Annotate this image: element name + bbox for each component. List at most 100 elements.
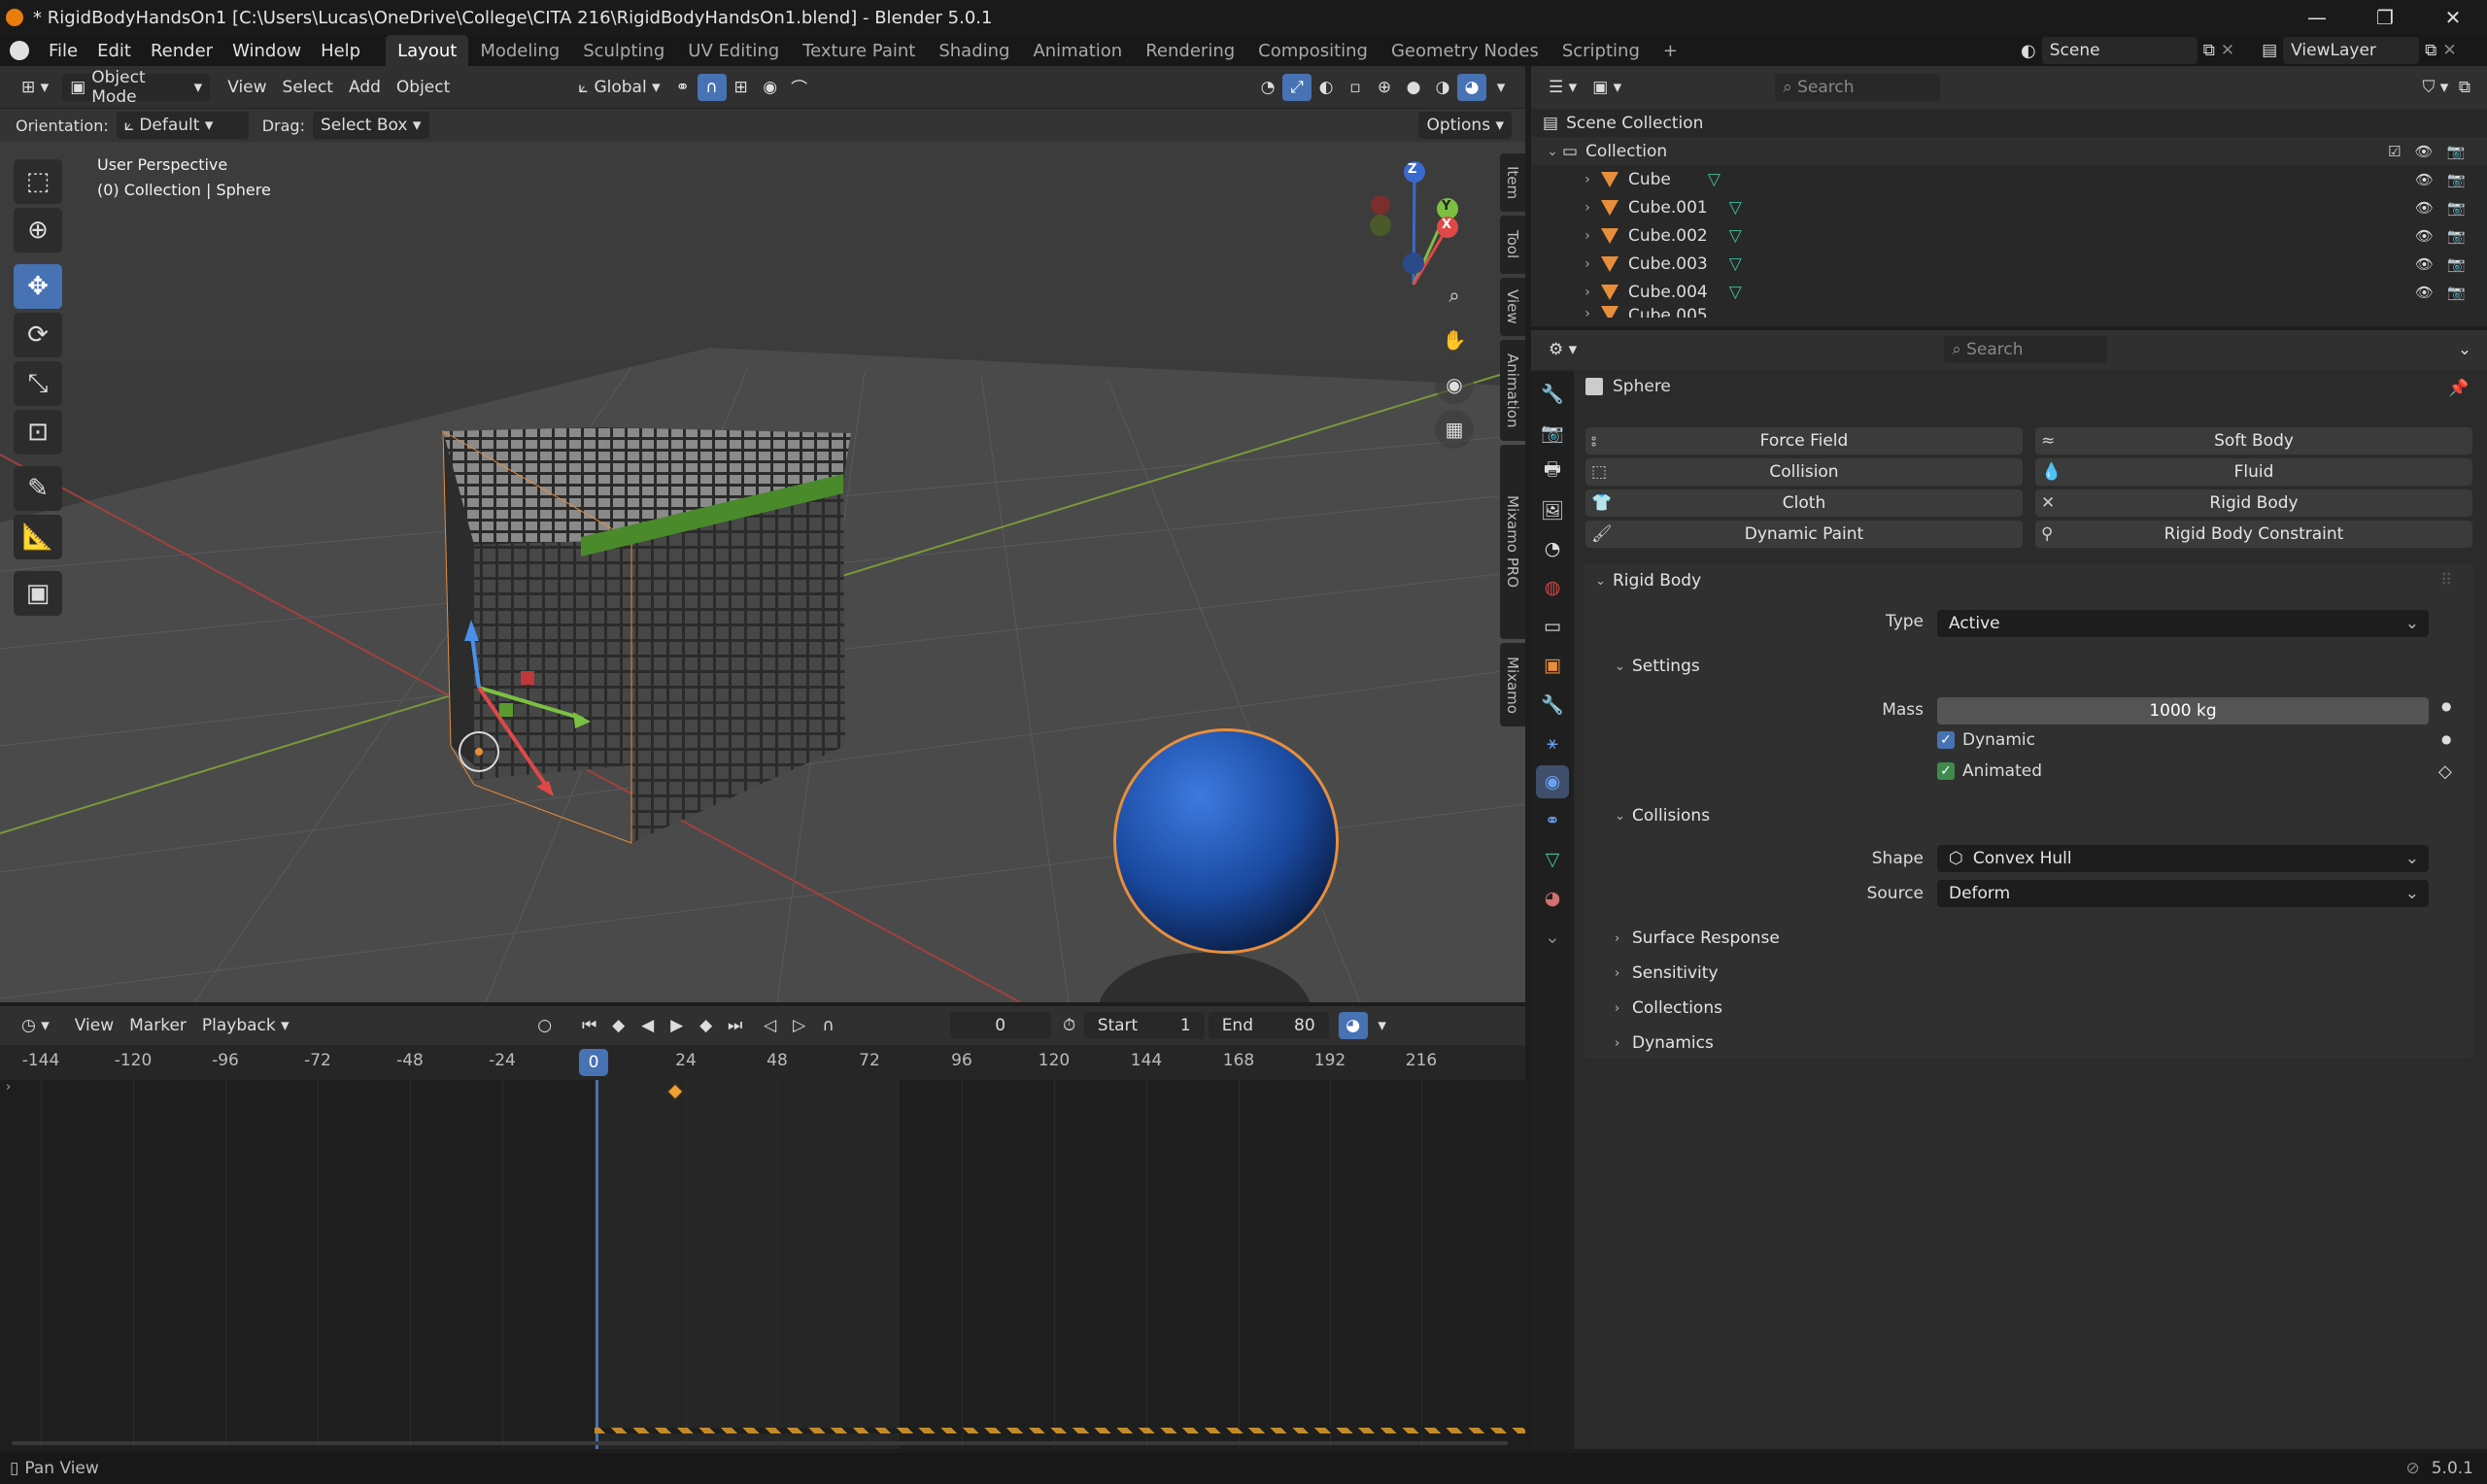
timeline-menu-playback[interactable]: Playback ▾ bbox=[194, 1012, 297, 1039]
menu-view[interactable]: View bbox=[220, 74, 274, 101]
menu-add[interactable]: Add bbox=[341, 74, 389, 101]
rotate-tool-icon[interactable]: ⟳ bbox=[14, 313, 62, 357]
animated-checkbox[interactable]: ✓ Animated bbox=[1937, 761, 2042, 781]
orientation-dropdown[interactable]: ⟀ Default ▾ bbox=[116, 112, 249, 139]
prev-keyframe-icon[interactable]: ◆ bbox=[604, 1012, 633, 1039]
view-layer-selector[interactable]: ViewLayer bbox=[2283, 37, 2420, 64]
tool-tab-icon[interactable]: 🔧 bbox=[1536, 377, 1569, 410]
render-tab-icon[interactable]: 📷 bbox=[1536, 416, 1569, 449]
visibility-icon[interactable]: ◔ bbox=[1253, 74, 1282, 101]
scene-selector[interactable]: Scene bbox=[2041, 37, 2197, 64]
properties-editor-type-icon[interactable]: ⚙ ▾ bbox=[1541, 336, 1584, 363]
transform-orientation-selector[interactable]: ⟀ Global ▾ bbox=[570, 74, 667, 101]
measure-tool-icon[interactable]: 📐 bbox=[14, 515, 62, 559]
remove-view-layer-icon[interactable]: ✕ bbox=[2442, 41, 2456, 60]
transform-tool-icon[interactable]: ⊡ bbox=[14, 410, 62, 455]
end-frame-field[interactable]: End 80 bbox=[1208, 1012, 1329, 1039]
timeline-scrollbar[interactable] bbox=[12, 1441, 1508, 1445]
blender-menu-icon[interactable] bbox=[10, 41, 29, 60]
falloff-icon[interactable]: ⌒ bbox=[785, 74, 814, 101]
maximize-icon[interactable]: ❐ bbox=[2351, 0, 2419, 35]
menu-file[interactable]: File bbox=[39, 35, 87, 66]
timeline-body[interactable]: › bbox=[0, 1080, 1525, 1449]
tab-geometry-nodes[interactable]: Geometry Nodes bbox=[1380, 35, 1550, 66]
world-tab-icon[interactable]: ◍ bbox=[1536, 571, 1569, 604]
menu-window[interactable]: Window bbox=[222, 35, 311, 66]
playhead-frame-label[interactable]: 0 bbox=[579, 1049, 608, 1076]
shading-options-icon[interactable]: ▾ bbox=[1486, 74, 1516, 101]
keyframe-dot-icon[interactable]: ● bbox=[2441, 732, 2451, 746]
tab-animation[interactable]: Animation bbox=[1021, 35, 1134, 66]
outliner-item-cube-001[interactable]: › Cube.001 ▽ 👁 📷 bbox=[1531, 193, 2487, 221]
menu-object[interactable]: Object bbox=[389, 74, 458, 101]
menu-render[interactable]: Render bbox=[141, 35, 222, 66]
snap-target-icon[interactable]: ⊞ bbox=[727, 74, 756, 101]
sphere-object[interactable] bbox=[1113, 728, 1339, 954]
outliner-item-cube[interactable]: › Cube ▽ 👁 📷 bbox=[1531, 165, 2487, 193]
collections-panel-header[interactable]: › Collections bbox=[1615, 998, 1722, 1018]
dynamic-checkbox[interactable]: ✓ Dynamic bbox=[1937, 730, 2035, 750]
outliner-item-cube-005[interactable]: › Cube.005 bbox=[1531, 306, 2487, 318]
outliner-collection[interactable]: ⌄ ▭ Collection ☑ 👁 📷 bbox=[1531, 137, 2487, 165]
snap-icon[interactable]: ∩ bbox=[697, 73, 727, 101]
outliner-search[interactable]: ⌕ Search bbox=[1775, 74, 1941, 101]
constraints-tab-icon[interactable]: ⚭ bbox=[1536, 804, 1569, 837]
zoom-icon[interactable]: ⌕ bbox=[1435, 276, 1474, 315]
playhead-line[interactable] bbox=[596, 1080, 598, 1449]
new-view-layer-icon[interactable]: ⧉ bbox=[2425, 41, 2436, 60]
timeline-overlay-icon[interactable]: ◕ bbox=[1338, 1012, 1368, 1039]
sensitivity-panel-header[interactable]: › Sensitivity bbox=[1615, 963, 1719, 983]
tab-item[interactable]: Item bbox=[1500, 153, 1525, 212]
tab-sculpting[interactable]: Sculpting bbox=[571, 35, 676, 66]
pan-hand-icon[interactable]: ✋ bbox=[1435, 320, 1474, 359]
add-workspace-icon[interactable]: + bbox=[1652, 35, 1689, 66]
output-tab-icon[interactable]: 🖶 bbox=[1536, 455, 1569, 488]
cursor-tool-icon[interactable]: ⊕ bbox=[14, 208, 62, 253]
view-layer-icon[interactable]: ▤ bbox=[2262, 41, 2277, 60]
collision-button[interactable]: ⬚ Collision bbox=[1585, 458, 2023, 486]
filter-icon[interactable]: ⛉ ▾ bbox=[2421, 74, 2450, 101]
options-dropdown[interactable]: Options ▾ bbox=[1418, 112, 1512, 139]
gizmo-toggle-icon[interactable]: ⤢ bbox=[1282, 73, 1312, 101]
source-dropdown[interactable]: Deform ⌄ bbox=[1937, 880, 2429, 907]
timeline-menu-marker[interactable]: Marker bbox=[121, 1012, 194, 1039]
physics-tab-icon[interactable]: ◉ bbox=[1536, 765, 1569, 798]
menu-help[interactable]: Help bbox=[311, 35, 370, 66]
object-tab-icon[interactable]: ▣ bbox=[1536, 649, 1569, 682]
surface-response-panel-header[interactable]: › Surface Response bbox=[1615, 928, 1780, 948]
next-keyframe-icon[interactable]: ◆ bbox=[692, 1012, 721, 1039]
mass-field[interactable]: 1000 kg bbox=[1937, 697, 2429, 725]
scene-tab-icon[interactable]: ◔ bbox=[1536, 532, 1569, 565]
rendered-shading-icon[interactable]: ◕ bbox=[1457, 73, 1486, 101]
rigid-body-panel-header[interactable]: ⌄ Rigid Body bbox=[1595, 571, 1701, 590]
tab-mixamo-pro[interactable]: Mixamo PRO bbox=[1500, 445, 1525, 639]
new-scene-icon[interactable]: ⧉ bbox=[2203, 41, 2215, 60]
editor-type-icon[interactable]: ⊞ ▾ bbox=[14, 74, 56, 101]
timeline-menu-view[interactable]: View bbox=[67, 1012, 121, 1039]
settings-panel-header[interactable]: ⌄ Settings bbox=[1615, 657, 1700, 676]
data-tab-icon[interactable]: ▽ bbox=[1536, 843, 1569, 876]
display-mode-icon[interactable]: ▣ ▾ bbox=[1584, 74, 1629, 101]
collection-tab-icon[interactable]: ▭ bbox=[1536, 610, 1569, 643]
outliner-item-cube-003[interactable]: › Cube.003 ▽ 👁 📷 bbox=[1531, 250, 2487, 278]
pivot-icon[interactable]: ⚭ bbox=[668, 74, 698, 101]
stopwatch-icon[interactable]: ⏱ bbox=[1055, 1012, 1084, 1039]
mode-selector[interactable]: ▣ Object Mode ▾ bbox=[62, 68, 211, 107]
scale-tool-icon[interactable]: ⤡ bbox=[14, 361, 62, 406]
outliner-item-cube-002[interactable]: › Cube.002 ▽ 👁 📷 bbox=[1531, 221, 2487, 250]
drag-handle-icon[interactable]: ⠿ bbox=[2440, 571, 2452, 590]
scene-icon[interactable]: ◐ bbox=[2021, 41, 2036, 61]
menu-select[interactable]: Select bbox=[275, 74, 341, 101]
material-shading-icon[interactable]: ◑ bbox=[1428, 74, 1457, 101]
view-layer-tab-icon[interactable]: 🖼 bbox=[1536, 493, 1569, 526]
tab-mixamo[interactable]: Mixamo bbox=[1500, 643, 1525, 726]
keyframe-dot-icon[interactable]: ● bbox=[2441, 699, 2451, 713]
properties-search[interactable]: ⌕ Search bbox=[1944, 336, 2108, 363]
object-visibility[interactable]: 👁 📷 bbox=[2415, 171, 2466, 188]
timeline-options-icon[interactable]: ▾ bbox=[1368, 1012, 1397, 1039]
move-tool-icon[interactable]: ✥ bbox=[14, 264, 62, 309]
proportional-edit-icon[interactable]: ◉ bbox=[756, 74, 785, 101]
keying-icon[interactable]: ∩ bbox=[814, 1012, 843, 1039]
start-frame-field[interactable]: Start 1 bbox=[1083, 1012, 1205, 1039]
remove-scene-icon[interactable]: ✕ bbox=[2221, 41, 2234, 60]
